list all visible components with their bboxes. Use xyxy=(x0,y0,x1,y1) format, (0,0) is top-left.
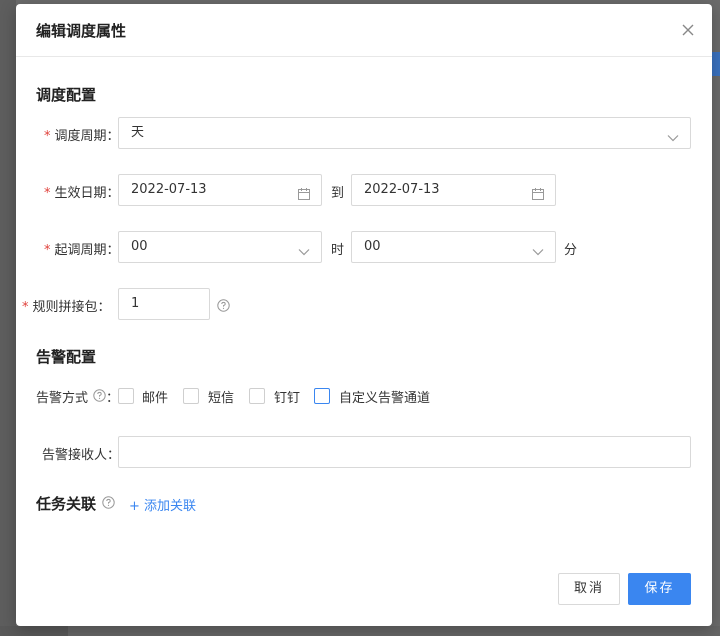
chevron-down-icon xyxy=(297,241,311,256)
background-app-button xyxy=(712,52,720,76)
checkbox-dingtalk-label[interactable]: 钉钉 xyxy=(274,387,300,406)
background-app-left xyxy=(0,0,16,636)
minute-unit: 分 xyxy=(564,243,578,258)
dialog-header: 编辑调度属性 xyxy=(16,4,712,57)
checkbox-sms[interactable] xyxy=(183,388,199,404)
end-date-picker[interactable]: 2022-07-13 xyxy=(351,174,556,206)
add-association-link[interactable]: + 添加关联 xyxy=(129,495,196,514)
calendar-icon xyxy=(297,183,311,200)
schedule-section-title: 调度配置 xyxy=(36,86,97,104)
start-period-label: * 起调周期： xyxy=(44,243,120,258)
start-date-value: 2022-07-13 xyxy=(131,182,207,197)
chevron-down-icon xyxy=(531,241,545,256)
rule-package-label: * 规则拼接包： xyxy=(22,300,111,315)
checkbox-dingtalk[interactable] xyxy=(249,388,265,404)
save-button[interactable]: 保存 xyxy=(628,573,691,605)
alert-receiver-input[interactable] xyxy=(118,436,691,468)
date-range-separator: 到 xyxy=(331,186,345,201)
schedule-period-label: * 调度周期： xyxy=(44,129,120,144)
dialog-title: 编辑调度属性 xyxy=(36,22,127,40)
hour-select[interactable]: 00 xyxy=(118,231,322,263)
rule-package-value: 1 xyxy=(131,296,140,311)
hour-value: 00 xyxy=(131,239,148,254)
checkbox-sms-label[interactable]: 短信 xyxy=(208,387,234,406)
question-circle-icon[interactable] xyxy=(217,299,230,312)
question-circle-icon[interactable] xyxy=(102,496,115,509)
alert-method-label: 告警方式 xyxy=(36,391,89,406)
start-date-picker[interactable]: 2022-07-13 xyxy=(118,174,322,206)
schedule-period-value: 天 xyxy=(131,125,145,140)
calendar-icon xyxy=(531,183,545,200)
alert-section-title: 告警配置 xyxy=(36,348,97,366)
edit-schedule-dialog: 编辑调度属性 调度配置 * 调度周期： 天 * 生效日期： 2022-07-13 到… xyxy=(16,4,712,626)
checkbox-custom-channel-label[interactable]: 自定义告警通道 xyxy=(339,387,430,406)
schedule-period-select[interactable]: 天 xyxy=(118,117,691,149)
alert-receiver-label: 告警接收人： xyxy=(42,448,121,463)
minute-value: 00 xyxy=(364,239,381,254)
checkbox-custom-channel[interactable] xyxy=(314,388,330,404)
background-app-bottom-right xyxy=(68,626,720,636)
chevron-down-icon xyxy=(666,127,680,142)
checkbox-email-label[interactable]: 邮件 xyxy=(142,387,168,406)
cancel-button[interactable]: 取消 xyxy=(558,573,620,605)
effective-date-label: * 生效日期： xyxy=(44,186,120,201)
minute-select[interactable]: 00 xyxy=(351,231,556,263)
rule-package-input[interactable]: 1 xyxy=(118,288,210,320)
task-section-title: 任务关联 xyxy=(36,495,97,513)
close-icon[interactable] xyxy=(680,22,696,38)
hour-unit: 时 xyxy=(331,243,345,258)
question-circle-icon[interactable] xyxy=(93,389,106,402)
checkbox-email[interactable] xyxy=(118,388,134,404)
end-date-value: 2022-07-13 xyxy=(364,182,440,197)
